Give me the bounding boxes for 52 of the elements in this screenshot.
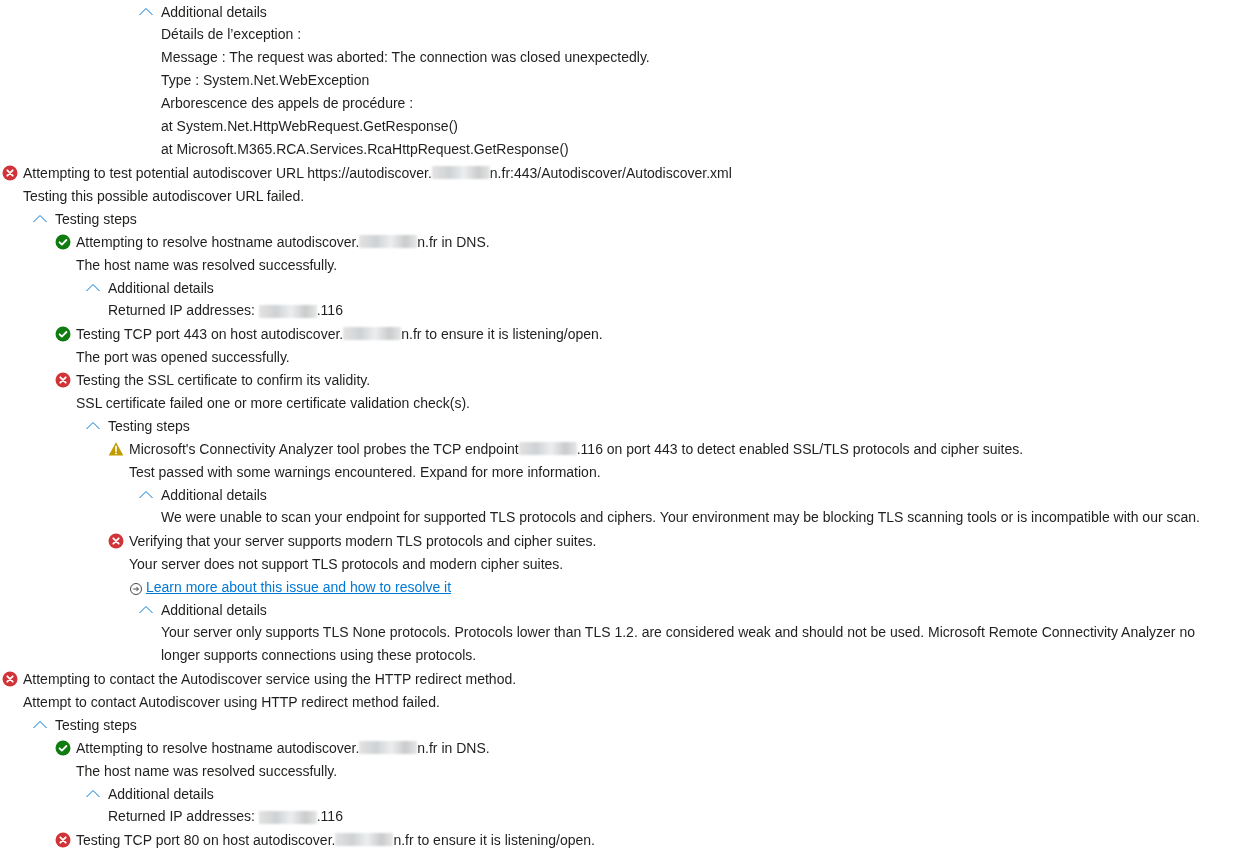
step-result: Testing this possible autodiscover URL failed. xyxy=(23,187,305,204)
detail-text: .116 xyxy=(316,302,343,318)
step-title: n.fr in DNS. xyxy=(417,739,490,756)
detail-text: Message : The request was aborted: The connection was closed unexpectedly. xyxy=(161,49,650,65)
detail-text: We were unable to scan your endpoint for supported TLS protocols and ciphers. Your environment may be blocking TLS scanning tools or is incompatible with our scan. xyxy=(161,509,1200,525)
redaction-blur xyxy=(258,304,317,318)
step-result: Test passed with some warnings encountered. Expand for more information. xyxy=(129,463,601,480)
step-title: Testing TCP port 443 on host autodiscover. xyxy=(76,325,344,342)
redaction-blur xyxy=(518,442,577,455)
expand-toggle[interactable]: Additional details xyxy=(85,279,214,296)
step-result: The host name was resolved successfully. xyxy=(76,762,338,779)
detail-text: Returned IP addresses: xyxy=(108,302,256,318)
expand-toggle[interactable]: Additional details xyxy=(138,3,267,20)
redaction-blur xyxy=(258,810,317,824)
step-result: The port was opened successfully. xyxy=(76,348,290,365)
detail-text: at System.Net.HttpWebRequest.GetResponse() xyxy=(161,118,458,134)
step-title: n.fr:443/Autodiscover/Autodiscover.xml xyxy=(489,164,732,181)
expand-toggle[interactable]: Testing steps xyxy=(32,716,137,733)
redaction-blur xyxy=(359,741,418,754)
step-title: Attempting to resolve hostname autodiscover. xyxy=(76,739,360,756)
detail-text: Détails de l’exception : xyxy=(161,26,302,42)
detail-text: .116 xyxy=(316,808,343,824)
expand-toggle[interactable]: Additional details xyxy=(138,601,267,618)
step-result: Attempt to contact Autodiscover using HTTP redirect method failed. xyxy=(23,693,440,710)
help-link[interactable]: Learn more about this issue and how to resolve it xyxy=(146,578,452,595)
step-title: n.fr in DNS. xyxy=(417,233,490,250)
detail-text: Arborescence des appels de procédure : xyxy=(161,95,414,111)
detail-text: at Microsoft.M365.RCA.Services.RcaHttpRequest.GetResponse() xyxy=(161,141,569,157)
redaction-blur xyxy=(359,235,418,248)
detail-text: Returned IP addresses: xyxy=(108,808,256,824)
expand-toggle[interactable]: Additional details xyxy=(138,486,267,503)
step-title: n.fr to ensure it is listening/open. xyxy=(401,325,603,342)
step-title: Testing the SSL certificate to confirm its validity. xyxy=(76,371,371,388)
detail-text: Your server only supports TLS None protocols. Protocols lower than TLS 1.2. are considered weak and should not be used. Microsoft Remote Connectivity Analyzer no longer supports connections using these protocols. xyxy=(161,624,1195,663)
redaction-blur xyxy=(431,166,490,179)
redaction-blur xyxy=(335,833,394,846)
step-result: The host name was resolved successfully. xyxy=(76,256,338,273)
step-title: Attempting to test potential autodiscover URL https://autodiscover. xyxy=(23,164,432,181)
expand-toggle[interactable]: Additional details xyxy=(85,785,214,802)
step-title: Microsoft's Connectivity Analyzer tool probes the TCP endpoint xyxy=(129,440,519,457)
redaction-blur xyxy=(343,327,402,340)
expand-toggle[interactable]: Testing steps xyxy=(85,417,190,434)
step-title: Verifying that your server supports modern TLS protocols and cipher suites. xyxy=(129,532,597,549)
step-title: .116 on port 443 to detect enabled SSL/TLS protocols and cipher suites. xyxy=(576,440,1024,457)
step-title: Attempting to resolve hostname autodiscover. xyxy=(76,233,360,250)
expand-toggle[interactable]: Testing steps xyxy=(32,210,137,227)
step-title: n.fr to ensure it is listening/open. xyxy=(393,831,595,848)
step-result: Your server does not support TLS protocols and modern cipher suites. xyxy=(129,555,564,572)
step-title: Testing TCP port 80 on host autodiscover. xyxy=(76,831,336,848)
detail-text: Type : System.Net.WebException xyxy=(161,72,370,88)
step-title: Attempting to contact the Autodiscover service using the HTTP redirect method. xyxy=(23,670,517,687)
step-result: SSL certificate failed one or more certificate validation check(s). xyxy=(76,394,470,411)
